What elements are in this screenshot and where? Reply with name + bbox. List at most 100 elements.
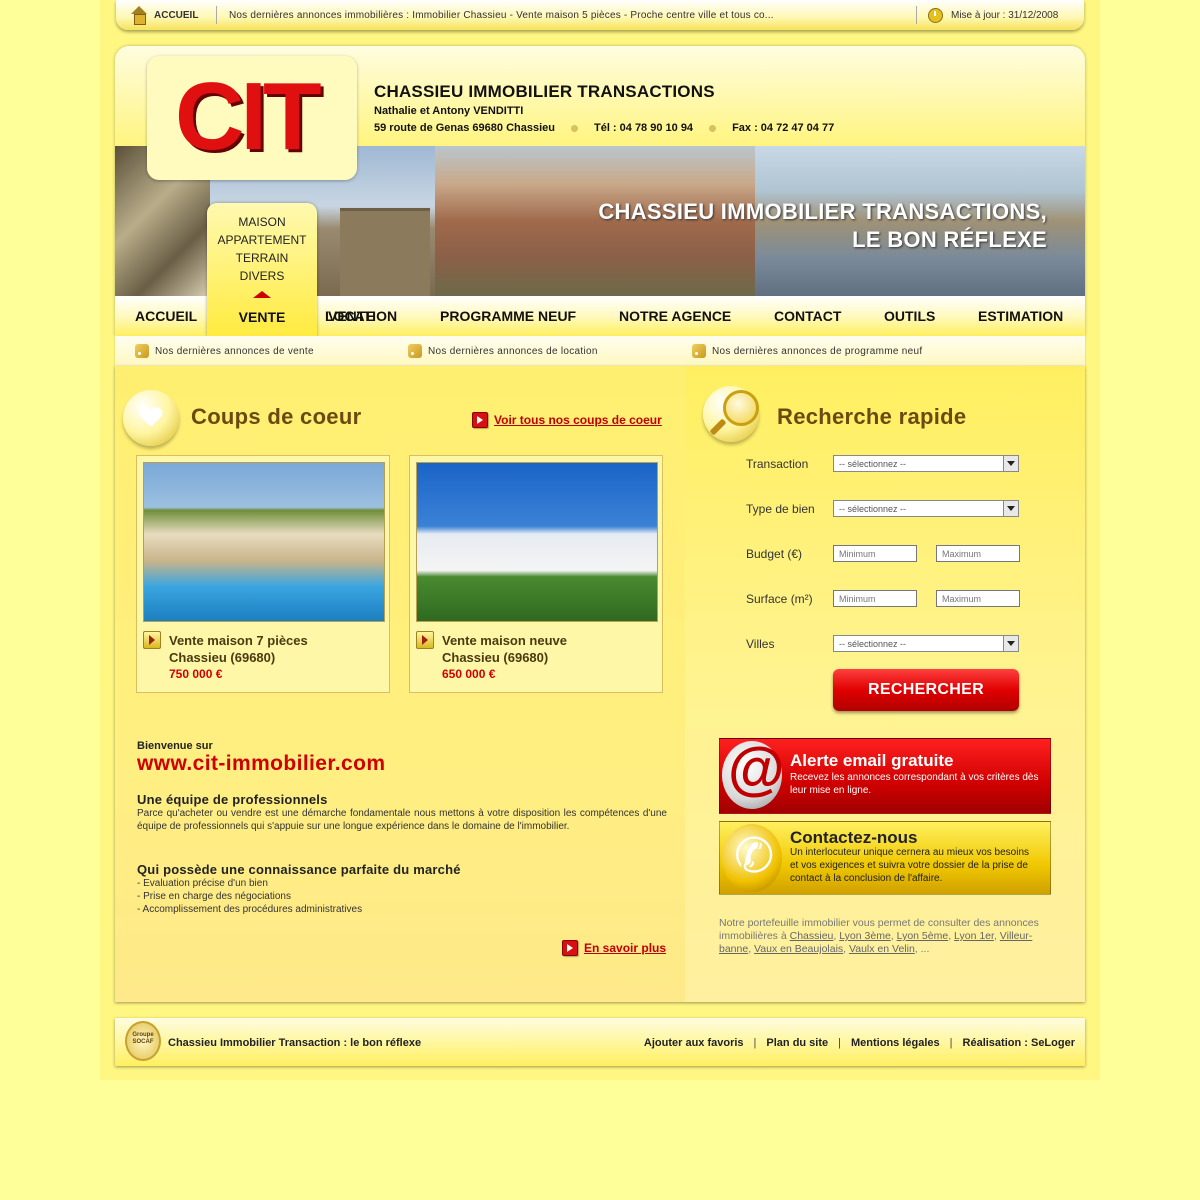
nav-outils[interactable]: OUTILS bbox=[884, 308, 935, 324]
company-name: CHASSIEU IMMOBILIER TRANSACTIONS bbox=[374, 82, 715, 101]
site-header: CHASSIEU IMMOBILIER TRANSACTIONS, LE BON… bbox=[115, 46, 1085, 336]
chevron-down-icon[interactable] bbox=[1003, 636, 1018, 651]
type-label: Type de bien bbox=[746, 502, 815, 516]
divider bbox=[916, 6, 917, 24]
logo[interactable]: CIT bbox=[147, 56, 357, 180]
contact-text: Un interlocuteur unique cernera au mieux… bbox=[790, 847, 1030, 884]
nav-estimation[interactable]: ESTIMATION bbox=[978, 308, 1063, 324]
listing-card[interactable]: Vente maison neuve Chassieu (69680) 650 … bbox=[409, 455, 663, 693]
update-date: Mise à jour : 31/12/2008 bbox=[951, 10, 1059, 21]
footer-separator: | bbox=[949, 1037, 953, 1049]
submenu-terrain[interactable]: TERRAIN bbox=[207, 249, 317, 267]
listing-price: 750 000 € bbox=[169, 667, 223, 681]
update-info: Mise à jour : 31/12/2008 bbox=[928, 8, 1058, 23]
welcome-url: www.cit-immobilier.com bbox=[137, 752, 386, 775]
listing-title[interactable]: Vente maison 7 pièces Chassieu (69680) bbox=[169, 632, 308, 666]
market-heading: Qui possède une connaissance parfaite du… bbox=[137, 862, 461, 877]
footer-link-legal[interactable]: Mentions légales bbox=[851, 1037, 940, 1049]
market-list-item: - Accomplissement des procédures adminis… bbox=[137, 904, 363, 915]
rss-label: Nos dernières annonces de vente bbox=[155, 345, 314, 357]
nav-notre-agence[interactable]: NOTRE AGENCE bbox=[619, 308, 731, 324]
nav-programme-neuf[interactable]: PROGRAMME NEUF bbox=[440, 308, 576, 324]
listing-card[interactable]: Vente maison 7 pièces Chassieu (69680) 7… bbox=[136, 455, 390, 693]
surface-max-input[interactable]: Maximum bbox=[936, 590, 1020, 607]
rss-location[interactable]: Nos dernières annonces de location bbox=[408, 344, 598, 358]
chevron-down-icon[interactable] bbox=[1003, 501, 1018, 516]
at-sign-icon bbox=[722, 735, 785, 809]
logo-text: CIT bbox=[175, 63, 322, 170]
footer-link-favorites[interactable]: Ajouter aux favoris bbox=[644, 1037, 744, 1049]
city-link-vaux-en-beaujolais[interactable]: Vaux en Beaujolais bbox=[754, 943, 843, 955]
villes-select[interactable]: -- sélectionnez -- bbox=[833, 635, 1019, 652]
contact-banner[interactable]: Contactez-nous Un interlocuteur unique c… bbox=[719, 821, 1051, 895]
divider bbox=[216, 6, 217, 24]
contact-title: Contactez-nous bbox=[790, 828, 918, 847]
surface-label: Surface (m²) bbox=[746, 592, 813, 606]
left-column: Coups de coeur Voir tous nos coups de co… bbox=[115, 366, 685, 1002]
socaf-badge: Groupe SOCAF bbox=[125, 1021, 161, 1061]
type-select[interactable]: -- sélectionnez -- bbox=[833, 500, 1019, 517]
listing-title[interactable]: Vente maison neuve Chassieu (69680) bbox=[442, 632, 567, 666]
footer-link-credits[interactable]: Réalisation : SeLoger bbox=[963, 1037, 1075, 1049]
rss-icon bbox=[692, 344, 706, 358]
rss-vente[interactable]: Nos dernières annonces de vente bbox=[135, 344, 314, 358]
rss-label: Nos dernières annonces de location bbox=[428, 345, 598, 357]
market-list-item: - Prise en charge des négociations bbox=[137, 891, 291, 902]
transaction-select[interactable]: -- sélectionnez -- bbox=[833, 455, 1019, 472]
learn-more-link[interactable]: En savoir plus bbox=[562, 940, 666, 956]
submenu-arrow-icon bbox=[253, 291, 271, 298]
city-link-chassieu[interactable]: Chassieu bbox=[790, 930, 834, 942]
nav-contact[interactable]: CONTACT bbox=[774, 308, 841, 324]
city-link-lyon-3[interactable]: Lyon 3ème bbox=[839, 930, 891, 942]
listing-location: Chassieu (69680) bbox=[442, 650, 549, 665]
city-link-lyon-5[interactable]: Lyon 5ème bbox=[897, 930, 949, 942]
transaction-select-value: -- sélectionnez -- bbox=[839, 459, 907, 469]
budget-max-input[interactable]: Maximum bbox=[936, 545, 1020, 562]
company-address: 59 route de Genas 69680 Chassieu bbox=[374, 122, 555, 134]
vente-submenu: MAISON APPARTEMENT TERRAIN DIVERS VENTE bbox=[207, 203, 317, 336]
listing-location: Chassieu (69680) bbox=[169, 650, 276, 665]
nav-vente-tab[interactable]: VENTE bbox=[207, 308, 317, 326]
all-favorites-link[interactable]: Voir tous nos coups de coeur bbox=[472, 412, 662, 428]
surface-min-input[interactable]: Minimum bbox=[833, 590, 917, 607]
coups-title: Coups de coeur bbox=[191, 404, 362, 429]
main-content: Coups de coeur Voir tous nos coups de co… bbox=[115, 366, 1085, 1002]
submenu-divers[interactable]: DIVERS bbox=[207, 267, 317, 285]
rss-icon bbox=[135, 344, 149, 358]
home-link[interactable]: ACCUEIL bbox=[130, 6, 199, 25]
nav-accueil[interactable]: ACCUEIL bbox=[135, 308, 197, 324]
search-button[interactable]: RECHERCHER bbox=[833, 669, 1019, 711]
team-paragraph: Parce qu'acheter ou vendre est une démar… bbox=[137, 808, 667, 832]
listing-photo-house[interactable] bbox=[416, 462, 658, 622]
news-ticker[interactable]: Nos dernières annonces immobilières : Im… bbox=[229, 10, 909, 21]
slogan: CHASSIEU IMMOBILIER TRANSACTIONS, LE BON… bbox=[598, 198, 1047, 254]
footer-tagline: Chassieu Immobilier Transaction : le bon… bbox=[168, 1037, 422, 1049]
footer-separator: | bbox=[753, 1037, 757, 1049]
portfolio-text: Notre portefeuille immobilier vous perme… bbox=[719, 917, 1039, 955]
company-info: CHASSIEU IMMOBILIER TRANSACTIONS Nathali… bbox=[374, 82, 834, 134]
footer-separator: | bbox=[838, 1037, 842, 1049]
listing-photo-villa-pool[interactable] bbox=[143, 462, 385, 622]
home-label: ACCUEIL bbox=[154, 9, 199, 21]
type-select-value: -- sélectionnez -- bbox=[839, 504, 907, 514]
city-link-lyon-1[interactable]: Lyon 1er bbox=[954, 930, 994, 942]
rss-label: Nos dernières annonces de programme neuf bbox=[712, 345, 923, 357]
slogan-line-1: CHASSIEU IMMOBILIER TRANSACTIONS, bbox=[598, 199, 1047, 224]
email-alert-banner[interactable]: Alerte email gratuite Recevez les annonc… bbox=[719, 735, 1051, 814]
arrow-right-icon bbox=[416, 631, 434, 649]
chevron-down-icon[interactable] bbox=[1003, 456, 1018, 471]
submenu-appartement[interactable]: APPARTEMENT bbox=[207, 231, 317, 249]
company-contact: 59 route de Genas 69680 Chassieu Tél : 0… bbox=[374, 122, 834, 134]
company-tel: Tél : 04 78 90 10 94 bbox=[593, 122, 694, 134]
market-list: - Evaluation précise d'un bien - Prise e… bbox=[137, 877, 667, 916]
listing-price: 650 000 € bbox=[442, 667, 496, 681]
clock-icon bbox=[928, 8, 943, 23]
rss-programme-neuf[interactable]: Nos dernières annonces de programme neuf bbox=[692, 344, 922, 358]
budget-min-input[interactable]: Minimum bbox=[833, 545, 917, 562]
submenu-maison[interactable]: MAISON bbox=[207, 213, 317, 231]
footer-link-sitemap[interactable]: Plan du site bbox=[766, 1037, 828, 1049]
alert-title: Alerte email gratuite bbox=[790, 751, 954, 770]
city-link-vaulx-en-velin[interactable]: Vaulx en Velin bbox=[849, 943, 915, 955]
alert-text: Recevez les annonces correspondant à vos… bbox=[790, 772, 1039, 796]
nav-vente[interactable]: VENTE bbox=[328, 308, 375, 324]
